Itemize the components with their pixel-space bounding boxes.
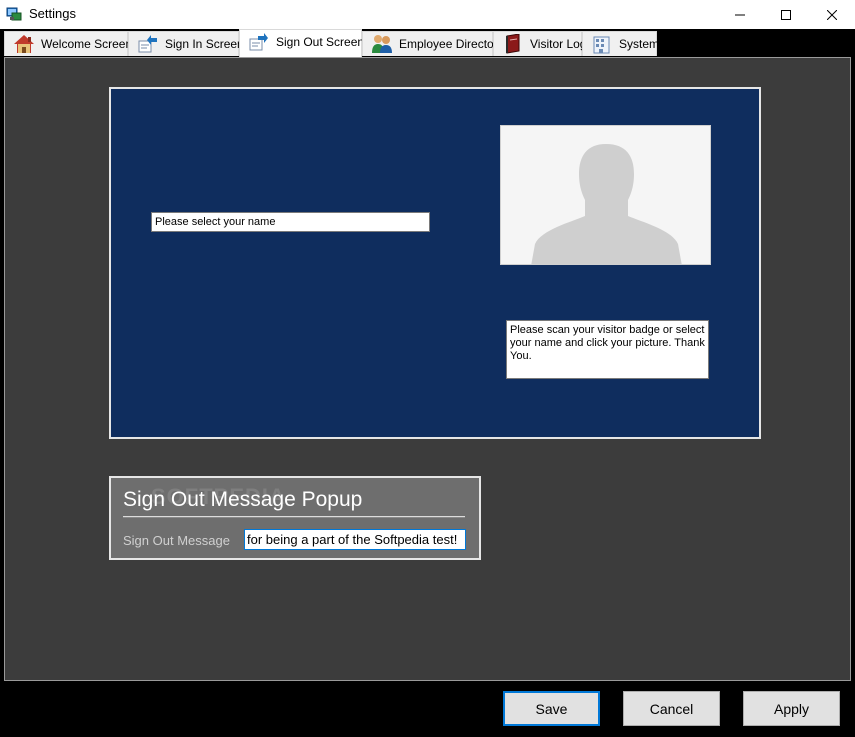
apply-button[interactable]: Apply xyxy=(743,691,840,726)
tab-label: Sign In Screen xyxy=(165,37,244,51)
maximize-button[interactable] xyxy=(763,0,809,29)
tab-sign-in-screen[interactable]: Sign In Screen xyxy=(128,31,244,56)
cancel-button[interactable]: Cancel xyxy=(623,691,720,726)
sign-out-icon xyxy=(249,32,268,50)
close-icon xyxy=(827,9,837,20)
tab-label: Welcome Screen xyxy=(41,37,133,51)
sign-out-screen-panel: Please select your name Please scan your… xyxy=(4,57,851,681)
close-button[interactable] xyxy=(809,0,855,29)
popup-title: Sign Out Message Popup xyxy=(123,488,363,511)
name-select-input[interactable]: Please select your name xyxy=(151,212,430,232)
tab-employee-directory[interactable]: Employee Directory xyxy=(362,31,504,56)
sign-out-message-popup-group: SOFTPEDIA Sign Out Message Popup Sign Ou… xyxy=(109,476,481,560)
building-icon xyxy=(593,36,610,54)
sign-out-message-input[interactable]: for being a part of the Softpedia test! xyxy=(244,529,466,550)
minimize-button[interactable] xyxy=(717,0,763,29)
settings-window: Settings Welcome Screen Sign In Screen S… xyxy=(0,0,855,737)
tab-visitor-log[interactable]: Visitor Log xyxy=(493,31,586,56)
title-bar: Settings xyxy=(0,0,855,30)
tab-welcome-screen[interactable]: Welcome Screen xyxy=(4,31,132,56)
house-icon xyxy=(14,35,34,53)
visitor-photo[interactable] xyxy=(500,125,711,265)
window-title: Settings xyxy=(29,6,76,21)
sign-in-icon xyxy=(138,35,157,53)
book-icon xyxy=(506,34,520,54)
tab-system[interactable]: System xyxy=(582,31,660,56)
minimize-icon xyxy=(735,14,745,15)
sign-out-message-label: Sign Out Message xyxy=(123,533,230,548)
sign-out-preview: Please select your name Please scan your… xyxy=(109,87,761,439)
app-icon xyxy=(6,6,22,22)
people-icon xyxy=(372,35,392,53)
tab-label: Sign Out Screen xyxy=(276,34,365,49)
tab-strip: Welcome Screen Sign In Screen Sign Out S… xyxy=(0,29,855,57)
sign-out-message-value: for being a part of the Softpedia test! xyxy=(247,532,458,547)
save-button[interactable]: Save xyxy=(503,691,600,726)
tab-label: Employee Directory xyxy=(399,37,504,51)
person-silhouette-icon xyxy=(531,144,682,264)
maximize-icon xyxy=(781,9,791,20)
tab-sign-out-screen[interactable]: Sign Out Screen xyxy=(239,29,365,57)
instructions-text: Please scan your visitor badge or select… xyxy=(506,320,709,379)
divider xyxy=(123,516,465,518)
tab-label: System xyxy=(619,37,660,51)
tab-label: Visitor Log xyxy=(530,37,587,51)
